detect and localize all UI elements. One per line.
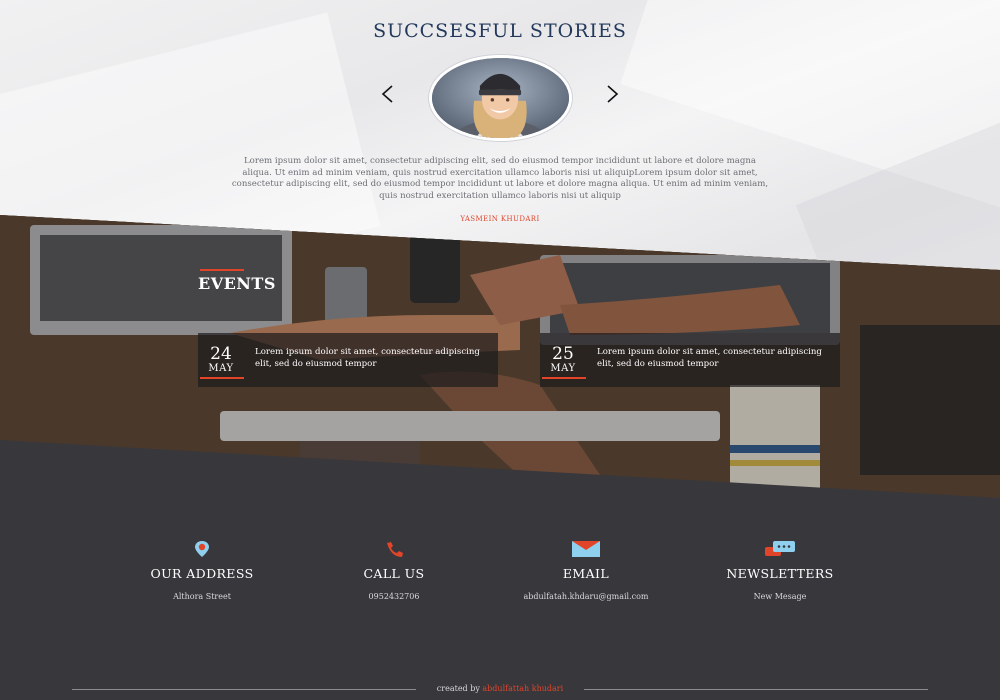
- contact-value[interactable]: abdulfatah.khdaru@gmail.com: [486, 592, 686, 601]
- contact-title: EMAIL: [562, 566, 610, 581]
- contact-title: NEWSLETTERS: [726, 566, 834, 581]
- contact-title: CALL US: [363, 566, 425, 581]
- contact-address: OUR ADDRESS Althora Street: [102, 540, 302, 601]
- credit-prefix: created by: [436, 684, 480, 693]
- avatar: [429, 55, 572, 141]
- event-description: Lorem ipsum dolor sit amet, consectetur …: [597, 347, 822, 369]
- contact-value: Althora Street: [173, 592, 231, 601]
- location-pin-icon: [195, 541, 209, 557]
- event-card[interactable]: 24 MAY Lorem ipsum dolor sit amet, conse…: [198, 333, 498, 387]
- chat-bubbles-icon: [765, 541, 795, 556]
- footer-credit: created by abdulfattah khudari: [416, 684, 584, 693]
- event-month: MAY: [550, 363, 576, 374]
- contact-email: EMAIL abdulfatah.khdaru@gmail.com: [486, 540, 686, 601]
- testimonial-author: YASMEIN KHUDARI: [460, 215, 540, 223]
- divider-line: [72, 689, 416, 690]
- chevron-left-icon[interactable]: [378, 83, 396, 105]
- avatar-photo: [429, 55, 572, 141]
- date-accent-bar: [542, 377, 586, 379]
- title-accent-bar: [200, 269, 244, 271]
- event-day: 24: [210, 344, 232, 364]
- contact-title: OUR ADDRESS: [150, 566, 254, 581]
- chevron-right-icon[interactable]: [604, 83, 622, 105]
- divider-line: [584, 689, 928, 690]
- envelope-icon: [572, 541, 600, 557]
- contact-phone: CALL US 0952432706: [294, 540, 494, 601]
- event-description: Lorem ipsum dolor sit amet, consectetur …: [255, 347, 480, 369]
- date-accent-bar: [200, 377, 244, 379]
- section-title: SUCCSESFUL STORIES: [373, 20, 627, 42]
- event-day: 25: [552, 344, 574, 364]
- contact-value[interactable]: New Mesage: [680, 592, 880, 601]
- contact-value[interactable]: 0952432706: [294, 592, 494, 601]
- event-card[interactable]: 25 MAY Lorem ipsum dolor sit amet, conse…: [540, 333, 840, 387]
- section-title: EVENTS: [198, 274, 276, 293]
- phone-icon: [387, 542, 403, 557]
- event-month: MAY: [208, 363, 234, 374]
- credit-author-link[interactable]: abdulfattah khudari: [482, 684, 563, 693]
- contact-newsletters: NEWSLETTERS New Mesage: [680, 540, 880, 601]
- testimonial-text: Lorem ipsum dolor sit amet, consectetur …: [231, 156, 769, 201]
